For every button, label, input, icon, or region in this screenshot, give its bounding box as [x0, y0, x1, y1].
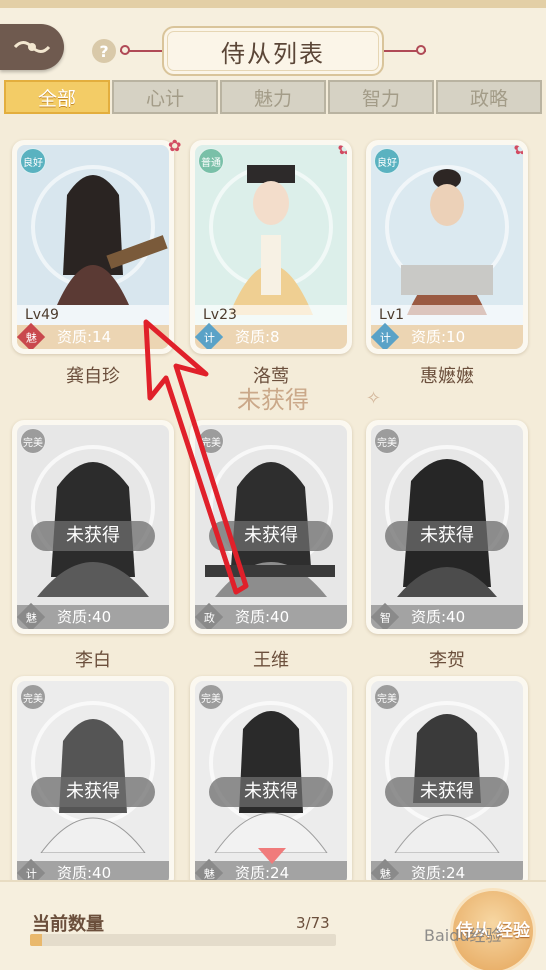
portrait: 完美 未获得 资质:40 魅	[17, 425, 169, 629]
filter-tabs: 全部 心计 魅力 智力 政略	[0, 80, 546, 116]
attendant-card[interactable]: 良好 Lv49 资质:14 魅	[12, 140, 174, 354]
locked-label: 未获得	[209, 521, 333, 551]
portrait: 完美 未获得 资质:40 计	[17, 681, 169, 885]
character-figure-icon	[205, 462, 335, 597]
scroll-down-indicator[interactable]	[258, 848, 286, 864]
character-figure-icon	[214, 711, 328, 853]
attendant-name: 王维	[253, 650, 289, 671]
attendant-card-locked[interactable]: 完美 未获得 资质:24 魅	[366, 676, 528, 890]
level-label: Lv23	[195, 305, 347, 325]
portrait: 良好 ✿ Lv1 资质:10 计	[371, 145, 523, 349]
portrait: 完美 未获得 资质:40 智	[371, 425, 523, 629]
locked-label: 未获得	[31, 777, 155, 807]
divider-ornament-icon: ✧	[366, 388, 382, 409]
rarity-badge: 完美	[198, 428, 224, 454]
character-figure-icon	[401, 169, 493, 315]
character-figure-icon	[37, 462, 149, 597]
watermark: Baidu经验	[424, 926, 502, 945]
flower-icon: ✿	[168, 136, 182, 155]
tab-all[interactable]: 全部	[4, 80, 110, 114]
header: ? 侍从列表	[0, 8, 546, 80]
locked-label: 未获得	[385, 521, 509, 551]
rarity-badge: 完美	[374, 428, 400, 454]
rarity-badge: 完美	[198, 684, 224, 710]
page-title-text: 侍从列表	[221, 39, 325, 68]
locked-label: 未获得	[385, 777, 509, 807]
title-ornament-dot-left	[120, 45, 130, 55]
rarity-badge: 完美	[374, 684, 400, 710]
rarity-badge: 完美	[20, 684, 46, 710]
rarity-badge: 良好	[20, 148, 46, 174]
character-figure-icon	[397, 459, 497, 597]
tab-scheming[interactable]: 心计	[112, 80, 218, 114]
attendant-card-locked[interactable]: 完美 未获得 资质:40 计	[12, 676, 174, 890]
level-label: Lv1	[371, 305, 523, 325]
character-figure-icon	[394, 714, 500, 853]
attendant-card-locked[interactable]: 完美 未获得 资质:40 智	[366, 420, 528, 634]
rarity-badge: 完美	[20, 428, 46, 454]
level-label: Lv49	[17, 305, 169, 325]
tab-charm[interactable]: 魅力	[220, 80, 326, 114]
character-figure-icon	[57, 175, 168, 305]
portrait: 完美 未获得 资质:40 政	[195, 425, 347, 629]
back-swirl-icon	[13, 41, 51, 53]
attendant-name: 李贺	[429, 650, 465, 671]
collection-progress-fill	[30, 934, 43, 946]
locked-label: 未获得	[31, 521, 155, 551]
attendant-card[interactable]: 良好 ✿ Lv1 资质:10 计	[366, 140, 528, 354]
top-strip	[0, 0, 546, 8]
tab-politics[interactable]: 政略	[436, 80, 542, 114]
attendant-card-locked[interactable]: 完美 未获得 资质:40 政	[190, 420, 352, 634]
help-button[interactable]: ?	[92, 39, 116, 63]
portrait: 普通 ✿ Lv23 资质:8 计	[195, 145, 347, 349]
attendant-card[interactable]: 普通 ✿ Lv23 资质:8 计	[190, 140, 352, 354]
count-value: 3/73	[296, 914, 330, 932]
divider-label: 未获得	[237, 386, 309, 414]
tab-intellect[interactable]: 智力	[328, 80, 434, 114]
section-divider: 未获得 ✧	[0, 380, 546, 414]
collection-progress	[30, 934, 336, 946]
count-label: 当前数量	[32, 914, 104, 935]
character-figure-icon	[229, 165, 313, 315]
portrait: 良好 Lv49 资质:14 魅	[17, 145, 169, 349]
attendant-name: 李白	[75, 650, 111, 671]
title-ornament-dot-right	[416, 45, 426, 55]
portrait: 完美 未获得 资质:24 魅	[371, 681, 523, 885]
back-button[interactable]	[0, 24, 64, 70]
attendant-card-locked[interactable]: 完美 未获得 资质:40 魅	[12, 420, 174, 634]
locked-label: 未获得	[209, 777, 333, 807]
page-title: 侍从列表	[162, 26, 384, 76]
character-figure-icon	[40, 719, 146, 853]
